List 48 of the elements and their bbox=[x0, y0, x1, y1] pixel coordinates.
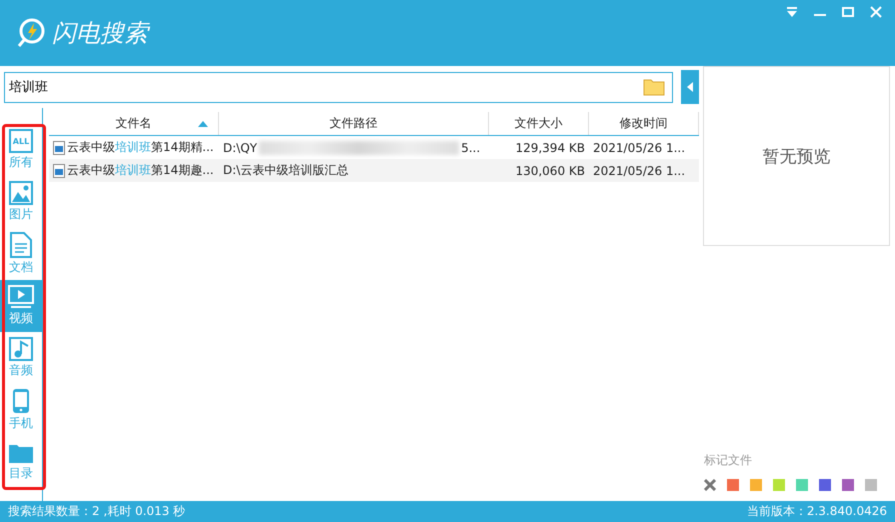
file-path: D:\云表中级培训版汇总 bbox=[223, 162, 348, 179]
tag-swatch[interactable] bbox=[796, 479, 808, 491]
result-count-text: 搜索结果数量：2 ,耗时 0.013 秒 bbox=[8, 503, 186, 520]
column-header[interactable]: 文件路径 bbox=[219, 112, 489, 135]
caret-left-icon bbox=[687, 82, 693, 92]
file-path: D:\QY bbox=[223, 140, 258, 154]
file-size: 129,394 KB bbox=[515, 140, 585, 154]
search-field[interactable]: 培训班 bbox=[4, 72, 673, 102]
maximize-icon[interactable] bbox=[839, 4, 857, 20]
music-icon bbox=[9, 337, 33, 361]
video-file-icon bbox=[53, 140, 65, 154]
category-tab[interactable]: 手机 bbox=[0, 384, 42, 436]
category-tab[interactable]: 音频 bbox=[0, 332, 42, 384]
tag-swatch[interactable] bbox=[727, 479, 739, 491]
folder-icon[interactable] bbox=[643, 78, 665, 96]
modified-time: 2021/05/26 1... bbox=[593, 140, 686, 154]
preview-text: 暂无预览 bbox=[762, 146, 830, 168]
file-path-end: 5... bbox=[461, 140, 480, 154]
collapse-panel-button[interactable] bbox=[681, 70, 699, 104]
clear-tag-icon[interactable] bbox=[704, 479, 716, 491]
file-size: 130,060 KB bbox=[515, 164, 585, 178]
video-file-icon bbox=[53, 164, 65, 178]
image-icon bbox=[9, 181, 33, 205]
phone-icon bbox=[12, 388, 30, 414]
folder-icon bbox=[8, 442, 34, 464]
tag-swatch[interactable] bbox=[865, 479, 877, 491]
file-name: 云表中级培训班第14期精... bbox=[67, 139, 214, 156]
lightning-search-logo-icon bbox=[16, 18, 46, 48]
tag-swatch[interactable] bbox=[842, 479, 854, 491]
category-tab[interactable]: 文档 bbox=[0, 228, 42, 280]
column-header[interactable]: 文件名 bbox=[49, 112, 219, 135]
modified-time: 2021/05/26 1... bbox=[593, 164, 686, 178]
category-tab[interactable]: 视频 bbox=[0, 280, 42, 332]
tag-swatch[interactable] bbox=[773, 479, 785, 491]
tag-swatch[interactable] bbox=[750, 479, 762, 491]
category-tab[interactable]: 图片 bbox=[0, 176, 42, 228]
category-tab[interactable]: 目录 bbox=[0, 436, 42, 488]
version-text: 当前版本：2.3.840.0426 bbox=[746, 503, 887, 520]
file-name: 云表中级培训班第14期趣... bbox=[67, 162, 214, 179]
window-title: 闪电搜索 bbox=[52, 17, 148, 49]
all-icon: ALL bbox=[9, 129, 33, 153]
tag-label: 标记文件 bbox=[704, 452, 753, 469]
tag-swatch[interactable] bbox=[819, 479, 831, 491]
column-header[interactable]: 文件大小 bbox=[489, 112, 589, 135]
document-icon bbox=[10, 232, 32, 258]
category-tab[interactable]: ALL 所有 bbox=[0, 124, 42, 176]
column-header[interactable]: 修改时间 bbox=[589, 112, 699, 135]
video-icon bbox=[8, 285, 34, 309]
